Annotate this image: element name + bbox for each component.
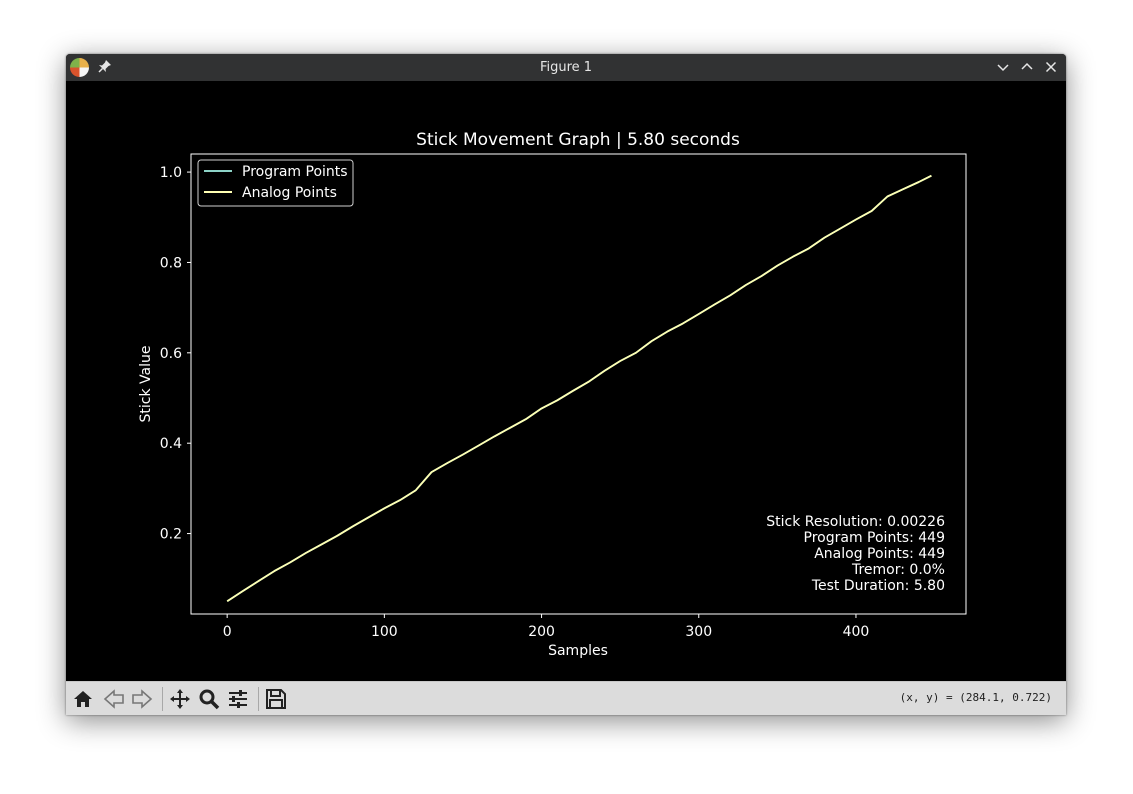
back-arrow-icon [103, 689, 124, 709]
navigation-toolbar: (x, y) = (284.1, 0.722) [66, 681, 1066, 715]
annotation-program-points: Program Points: 449 [804, 530, 945, 546]
legend: Program Points Analog Points [197, 159, 354, 207]
y-tick-label: 0.4 [160, 436, 182, 452]
stats-annotation: Stick Resolution: 0.00226 Program Points… [766, 514, 945, 594]
toolbar-separator [258, 687, 259, 711]
configure-button[interactable] [226, 687, 250, 711]
title-bar: Figure 1 [66, 54, 1066, 81]
y-tick-label: 0.8 [160, 255, 182, 271]
chart-title: Stick Movement Graph | 5.80 seconds [416, 130, 740, 150]
chevron-down-icon [997, 64, 1009, 72]
back-button[interactable] [102, 687, 126, 711]
annotation-resolution: Stick Resolution: 0.00226 [766, 514, 945, 530]
x-tick-label: 100 [371, 624, 398, 640]
home-icon [74, 691, 92, 707]
legend-label-analog: Analog Points [242, 185, 337, 201]
zoom-button[interactable] [197, 687, 221, 711]
maximize-button[interactable] [1018, 58, 1036, 76]
floppy-disk-icon [266, 689, 286, 709]
y-tick-label: 1.0 [160, 165, 182, 181]
close-button[interactable] [1042, 58, 1060, 76]
annotation-tremor: Tremor: 0.0% [851, 562, 945, 578]
cursor-coordinates: (x, y) = (284.1, 0.722) [899, 691, 1052, 704]
chevron-up-icon [1021, 62, 1033, 70]
forward-button[interactable] [130, 687, 154, 711]
toolbar-separator [162, 687, 163, 711]
x-tick-label: 0 [223, 624, 232, 640]
legend-label-program: Program Points [242, 164, 348, 180]
y-axis-label: Stick Value [138, 346, 154, 423]
annotation-analog-points: Analog Points: 449 [814, 546, 945, 562]
window-title: Figure 1 [539, 60, 593, 75]
home-button[interactable] [71, 687, 95, 711]
x-tick-label: 400 [843, 624, 870, 640]
magnifier-icon [199, 689, 220, 710]
minimize-button[interactable] [994, 58, 1012, 76]
figure-window: Figure 1 Stick Movement Graph | 5.80 sec… [66, 54, 1066, 715]
close-icon [1045, 61, 1057, 73]
pan-button[interactable] [168, 687, 192, 711]
sliders-icon [229, 690, 247, 708]
save-button[interactable] [264, 687, 288, 711]
move-icon [170, 689, 190, 709]
x-tick-label: 200 [528, 624, 555, 640]
annotation-duration: Test Duration: 5.80 [811, 578, 945, 594]
axis-ticks: 0 100 200 300 400 0.2 0.4 0.6 0.8 1.0 [160, 165, 870, 640]
y-tick-label: 0.2 [160, 527, 182, 543]
y-tick-label: 0.6 [160, 346, 182, 362]
line-chart[interactable]: Stick Movement Graph | 5.80 seconds 0 100… [66, 81, 1066, 681]
figure-canvas[interactable]: Stick Movement Graph | 5.80 seconds 0 100… [66, 81, 1066, 681]
forward-arrow-icon [132, 689, 153, 709]
x-axis-label: Samples [548, 643, 608, 659]
x-tick-label: 300 [685, 624, 712, 640]
